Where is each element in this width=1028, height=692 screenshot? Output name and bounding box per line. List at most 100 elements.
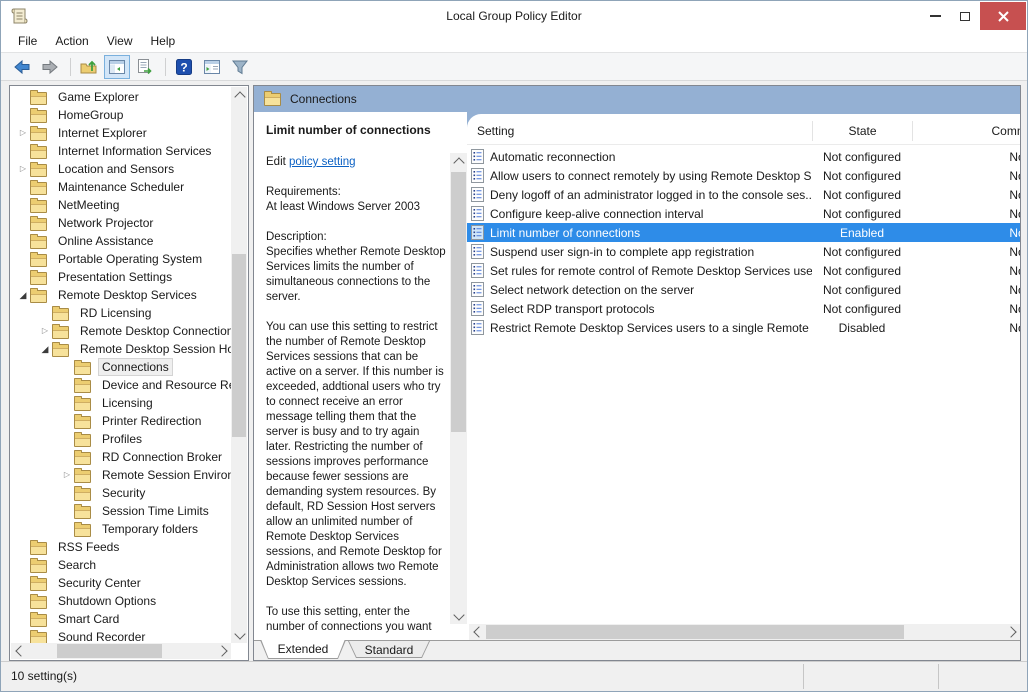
setting-row[interactable]: Select network detection on the server N…: [467, 280, 1020, 299]
setting-row[interactable]: Configure keep-alive connection interval…: [467, 204, 1020, 223]
help-button[interactable]: ?: [171, 55, 197, 79]
setting-row[interactable]: Set rules for remote control of Remote D…: [467, 261, 1020, 280]
comment-cell: No: [912, 207, 1020, 221]
menu-file[interactable]: File: [9, 31, 46, 52]
close-button[interactable]: [980, 2, 1026, 30]
scroll-left-arrow[interactable]: [469, 624, 486, 640]
setting-row[interactable]: Allow users to connect remotely by using…: [467, 166, 1020, 185]
scroll-up-arrow[interactable]: [450, 153, 467, 169]
tree-item[interactable]: Licensing: [10, 394, 231, 412]
expand-arrow-icon[interactable]: ◢: [38, 340, 52, 358]
minimize-button[interactable]: [920, 2, 950, 30]
tree-item[interactable]: Profiles: [10, 430, 231, 448]
policy-setting-icon: [471, 149, 484, 164]
comment-cell: No: [912, 169, 1020, 183]
menu-action[interactable]: Action: [46, 31, 97, 52]
tree-item[interactable]: Security Center: [10, 574, 231, 592]
setting-name: Suspend user sign-in to complete app reg…: [490, 245, 754, 259]
tree-item-label: Smart Card: [54, 610, 123, 628]
tree-item[interactable]: ◢ Remote Desktop Session Host: [10, 340, 231, 358]
scroll-down-arrow[interactable]: [450, 608, 467, 624]
tree-item[interactable]: ▷ Location and Sensors: [10, 160, 231, 178]
setting-row[interactable]: Suspend user sign-in to complete app reg…: [467, 242, 1020, 261]
tree-item[interactable]: Online Assistance: [10, 232, 231, 250]
policy-setting-link[interactable]: policy setting: [289, 156, 355, 168]
tree-item[interactable]: Device and Resource Redire: [10, 376, 231, 394]
list-horizontal-scrollbar[interactable]: [469, 624, 1020, 640]
new-window-button[interactable]: [199, 55, 225, 79]
menu-help[interactable]: Help: [142, 31, 185, 52]
tree-item[interactable]: Search: [10, 556, 231, 574]
tab-extended[interactable]: Extended: [260, 640, 346, 659]
column-header-comment[interactable]: Comment: [912, 121, 1020, 141]
scrollbar-thumb[interactable]: [486, 625, 904, 639]
expand-arrow-icon[interactable]: ▷: [60, 466, 74, 484]
expand-arrow-icon[interactable]: ▷: [38, 322, 52, 340]
tree-vertical-scrollbar[interactable]: [231, 87, 247, 643]
tree-item[interactable]: Portable Operating System: [10, 250, 231, 268]
tree-item[interactable]: Shutdown Options: [10, 592, 231, 610]
column-header-state[interactable]: State: [812, 121, 912, 141]
show-console-tree-button[interactable]: [104, 55, 130, 79]
tree-item[interactable]: Presentation Settings: [10, 268, 231, 286]
setting-row[interactable]: Select RDP transport protocols Not confi…: [467, 299, 1020, 318]
setting-row[interactable]: Limit number of connections Enabled No: [467, 223, 1020, 242]
forward-button[interactable]: [37, 55, 63, 79]
svg-text:?: ?: [180, 60, 187, 74]
tree-item[interactable]: ▷ Remote Desktop Connection C: [10, 322, 231, 340]
tree-item[interactable]: Maintenance Scheduler: [10, 178, 231, 196]
tree-item[interactable]: Smart Card: [10, 610, 231, 628]
policy-setting-icon: [471, 206, 484, 221]
folder-icon: [74, 470, 91, 483]
menu-view[interactable]: View: [98, 31, 142, 52]
chevron-down-icon: [453, 609, 464, 620]
up-one-level-button[interactable]: [76, 55, 102, 79]
folder-icon: [30, 578, 47, 591]
tree-item-label: Device and Resource Redire: [98, 376, 231, 394]
tree-item[interactable]: Connections: [10, 358, 231, 376]
scroll-up-arrow[interactable]: [231, 87, 248, 103]
scroll-left-arrow[interactable]: [11, 643, 28, 659]
expand-arrow-icon[interactable]: ▷: [16, 160, 30, 178]
tree-item[interactable]: ▷ Internet Explorer: [10, 124, 231, 142]
tree-item[interactable]: RSS Feeds: [10, 538, 231, 556]
back-button[interactable]: [9, 55, 35, 79]
description-scrollbar[interactable]: [450, 153, 467, 624]
tree-item[interactable]: Sound Recorder: [10, 628, 231, 643]
export-list-button[interactable]: [132, 55, 158, 79]
setting-row[interactable]: Deny logoff of an administrator logged i…: [467, 185, 1020, 204]
tree-item[interactable]: Internet Information Services: [10, 142, 231, 160]
tree-item[interactable]: ▷ Remote Session Environme: [10, 466, 231, 484]
folder-icon: [30, 110, 47, 123]
scroll-right-arrow[interactable]: [214, 643, 231, 659]
column-header-setting[interactable]: Setting: [467, 124, 812, 138]
tree-item[interactable]: HomeGroup: [10, 106, 231, 124]
maximize-button[interactable]: [950, 2, 980, 30]
scrollbar-thumb[interactable]: [232, 254, 246, 437]
setting-cell: Automatic reconnection: [467, 149, 812, 164]
tree-horizontal-scrollbar[interactable]: [11, 643, 231, 659]
state-cell: Not configured: [812, 150, 912, 164]
scroll-down-arrow[interactable]: [231, 627, 248, 643]
expand-arrow-icon[interactable]: ▷: [16, 124, 30, 142]
tab-standard[interactable]: Standard: [348, 641, 430, 658]
scrollbar-thumb[interactable]: [451, 172, 466, 432]
expand-arrow-icon[interactable]: ◢: [16, 286, 30, 304]
tree-item[interactable]: Game Explorer: [10, 88, 231, 106]
tree-item[interactable]: Session Time Limits: [10, 502, 231, 520]
setting-row[interactable]: Automatic reconnection Not configured No: [467, 147, 1020, 166]
tree-item[interactable]: Network Projector: [10, 214, 231, 232]
tree-item[interactable]: Printer Redirection: [10, 412, 231, 430]
setting-row[interactable]: Restrict Remote Desktop Services users t…: [467, 318, 1020, 337]
tree-item[interactable]: RD Connection Broker: [10, 448, 231, 466]
filter-button[interactable]: [227, 55, 253, 79]
tree-item[interactable]: NetMeeting: [10, 196, 231, 214]
scrollbar-thumb[interactable]: [57, 644, 162, 658]
tree-item[interactable]: Security: [10, 484, 231, 502]
tree-item[interactable]: Temporary folders: [10, 520, 231, 538]
tree-item[interactable]: RD Licensing: [10, 304, 231, 322]
local-group-policy-editor-window: Local Group Policy Editor File Action Vi…: [0, 0, 1028, 692]
tree-item[interactable]: ◢ Remote Desktop Services: [10, 286, 231, 304]
setting-cell: Set rules for remote control of Remote D…: [467, 263, 812, 278]
scroll-right-arrow[interactable]: [1003, 624, 1020, 640]
